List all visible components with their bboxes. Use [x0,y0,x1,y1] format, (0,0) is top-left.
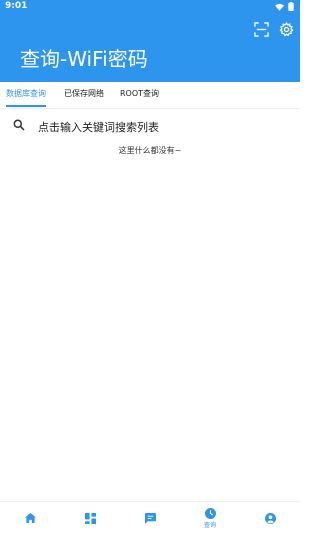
bottom-navigation: 查询 [0,501,300,534]
chat-icon [144,512,156,524]
home-icon [24,513,36,523]
scan-icon [253,21,269,37]
search-input[interactable]: 点击输入关键词搜索列表 [38,119,159,135]
tab-label: ROOT查询 [120,89,160,98]
page-title: 查询-WiFi密码 [20,47,148,71]
nav-query[interactable]: 查询 [180,502,240,534]
nav-home[interactable] [0,502,60,534]
tab-label: 已保存网络 [64,89,104,98]
status-icons [275,2,294,11]
status-bar: 9:01 [0,0,300,14]
tab-indicator [6,105,46,107]
empty-state-message: 这里什么都没有~ [118,146,182,155]
battery-icon [288,2,294,11]
gear-icon [278,21,294,36]
tab-root-query[interactable]: ROOT查询 [120,82,159,106]
search-icon [13,119,25,131]
nav-dashboard[interactable] [60,502,120,534]
nav-query-label: 查询 [203,521,216,529]
status-time: 9:01 [5,1,28,11]
tab-label: 数据库查询 [6,89,46,98]
tab-saved-networks[interactable]: 已保存网络 [64,82,104,106]
wifi-icon [275,3,284,11]
search-bar[interactable]: 点击输入关键词搜索列表 [0,112,300,140]
nav-messages[interactable] [120,502,180,534]
settings-button[interactable] [277,20,295,38]
app-header: 查询-WiFi密码 [0,14,300,82]
tab-bar: 数据库查询 已保存网络 ROOT查询 [0,82,300,109]
dashboard-icon [84,512,96,524]
tab-database-query[interactable]: 数据库查询 [6,82,46,107]
account-icon [264,512,276,524]
scan-button[interactable] [252,20,270,38]
clock-icon [204,507,216,519]
nav-account[interactable] [240,502,300,534]
